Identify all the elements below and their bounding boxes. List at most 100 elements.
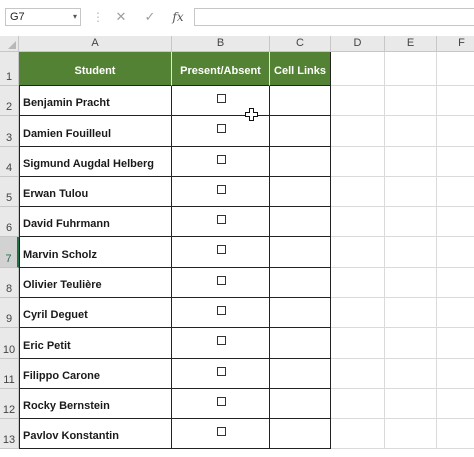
cell-a9[interactable]: Cyril Deguet [19, 298, 172, 328]
cell-e13[interactable] [385, 419, 437, 449]
formula-input[interactable] [194, 8, 474, 26]
cell-a6[interactable]: David Fuhrmann [19, 207, 172, 237]
row-header-11[interactable]: 11 [0, 359, 19, 389]
spreadsheet-grid[interactable]: A B C D E F 1 2 3 4 5 6 7 8 9 10 11 12 13 Student Present/Ab… [0, 36, 474, 457]
row-header-6[interactable]: 6 [0, 207, 19, 237]
cell-d1[interactable] [331, 52, 385, 86]
name-box[interactable]: G7 ▾ [5, 8, 81, 26]
cell-c6[interactable] [270, 207, 331, 237]
row-header-3[interactable]: 3 [0, 116, 19, 147]
cell-e2[interactable] [385, 86, 437, 116]
cell-c5[interactable] [270, 177, 331, 207]
row-header-8[interactable]: 8 [0, 268, 19, 298]
cell-c9[interactable] [270, 298, 331, 328]
cell-f8[interactable] [437, 268, 474, 298]
cancel-icon[interactable]: ✕ [112, 8, 130, 26]
cell-d8[interactable] [331, 268, 385, 298]
attendance-checkbox[interactable] [217, 427, 226, 436]
cell-a2[interactable]: Benjamin Pracht [19, 86, 172, 116]
row-header-1[interactable]: 1 [0, 52, 19, 86]
cell-d3[interactable] [331, 116, 385, 147]
attendance-checkbox[interactable] [217, 367, 226, 376]
cell-f2[interactable] [437, 86, 474, 116]
cell-e11[interactable] [385, 359, 437, 389]
cell-f6[interactable] [437, 207, 474, 237]
attendance-checkbox[interactable] [217, 306, 226, 315]
cell-a5[interactable]: Erwan Tulou [19, 177, 172, 207]
cell-d5[interactable] [331, 177, 385, 207]
column-header-a[interactable]: A [19, 36, 172, 52]
row-header-12[interactable]: 12 [0, 389, 19, 419]
cell-a12[interactable]: Rocky Bernstein [19, 389, 172, 419]
row-header-13[interactable]: 13 [0, 419, 19, 449]
cell-a8[interactable]: Olivier Teulière [19, 268, 172, 298]
cell-c3[interactable] [270, 116, 331, 147]
attendance-checkbox[interactable] [217, 124, 226, 133]
cell-c10[interactable] [270, 328, 331, 359]
attendance-checkbox[interactable] [217, 215, 226, 224]
table-header-cell[interactable]: Present/Absent [172, 52, 270, 86]
table-header-cell[interactable]: Student [19, 52, 172, 86]
enter-icon[interactable]: ✓ [141, 8, 159, 26]
cell-a10[interactable]: Eric Petit [19, 328, 172, 359]
column-header-c[interactable]: C [270, 36, 331, 52]
cell-b6[interactable] [172, 207, 270, 237]
row-header-4[interactable]: 4 [0, 147, 19, 177]
cell-f11[interactable] [437, 359, 474, 389]
cell-f3[interactable] [437, 116, 474, 147]
cell-b5[interactable] [172, 177, 270, 207]
cell-d4[interactable] [331, 147, 385, 177]
row-header-9[interactable]: 9 [0, 298, 19, 328]
column-header-e[interactable]: E [385, 36, 437, 52]
cell-d12[interactable] [331, 389, 385, 419]
cell-e3[interactable] [385, 116, 437, 147]
cell-b11[interactable] [172, 359, 270, 389]
cell-e5[interactable] [385, 177, 437, 207]
cell-d6[interactable] [331, 207, 385, 237]
cell-b12[interactable] [172, 389, 270, 419]
cell-b7[interactable] [172, 237, 270, 268]
cell-b13[interactable] [172, 419, 270, 449]
row-header-2[interactable]: 2 [0, 86, 19, 116]
cell-b10[interactable] [172, 328, 270, 359]
attendance-checkbox[interactable] [217, 276, 226, 285]
cell-d7[interactable] [331, 237, 385, 268]
row-header-7[interactable]: 7 [0, 237, 19, 268]
column-header-d[interactable]: D [331, 36, 385, 52]
attendance-checkbox[interactable] [217, 336, 226, 345]
cell-d11[interactable] [331, 359, 385, 389]
cell-f9[interactable] [437, 298, 474, 328]
more-options-icon[interactable]: ⋮ [92, 9, 104, 25]
cell-f5[interactable] [437, 177, 474, 207]
cell-e7[interactable] [385, 237, 437, 268]
cell-f10[interactable] [437, 328, 474, 359]
cell-f7[interactable] [437, 237, 474, 268]
cell-e6[interactable] [385, 207, 437, 237]
row-header-10[interactable]: 10 [0, 328, 19, 359]
attendance-checkbox[interactable] [217, 245, 226, 254]
cell-c2[interactable] [270, 86, 331, 116]
cell-d10[interactable] [331, 328, 385, 359]
cell-c7[interactable] [270, 237, 331, 268]
cell-c11[interactable] [270, 359, 331, 389]
cell-e1[interactable] [385, 52, 437, 86]
chevron-down-icon[interactable]: ▾ [73, 9, 77, 25]
insert-function-icon[interactable]: fx [169, 8, 187, 26]
cell-d9[interactable] [331, 298, 385, 328]
cell-c4[interactable] [270, 147, 331, 177]
cell-e12[interactable] [385, 389, 437, 419]
cell-b4[interactable] [172, 147, 270, 177]
cell-a3[interactable]: Damien Fouilleul [19, 116, 172, 147]
cell-b9[interactable] [172, 298, 270, 328]
select-all-corner[interactable] [0, 36, 19, 52]
cell-c12[interactable] [270, 389, 331, 419]
attendance-checkbox[interactable] [217, 155, 226, 164]
table-header-cell[interactable]: Cell Links [270, 52, 331, 86]
cell-a4[interactable]: Sigmund Augdal Helberg [19, 147, 172, 177]
row-header-5[interactable]: 5 [0, 177, 19, 207]
cell-e4[interactable] [385, 147, 437, 177]
cell-e8[interactable] [385, 268, 437, 298]
cell-b8[interactable] [172, 268, 270, 298]
attendance-checkbox[interactable] [217, 94, 226, 103]
cell-a7[interactable]: Marvin Scholz [19, 237, 172, 268]
